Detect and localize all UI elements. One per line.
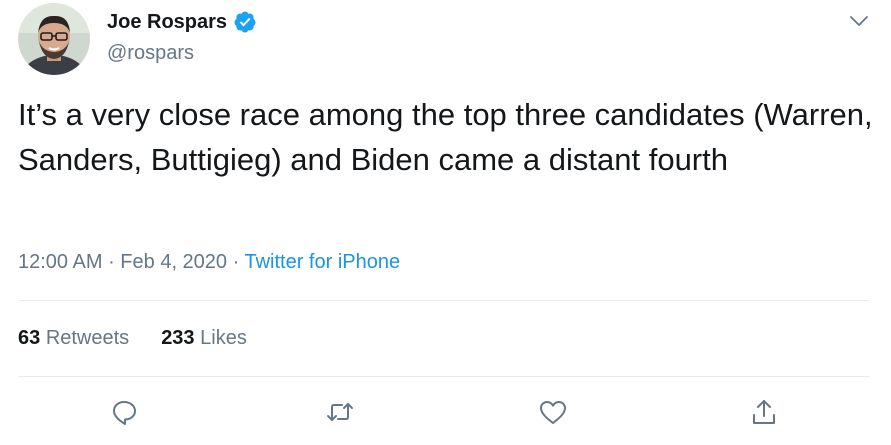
tweet-date[interactable]: Feb 4, 2020 [120,251,227,273]
avatar[interactable] [18,3,90,75]
tweet-stats: 63 Retweets 233 Likes [18,327,247,350]
likes-label: Likes [200,327,247,349]
user-handle[interactable]: @rospars [107,42,194,65]
retweets-count: 63 [18,327,41,349]
verified-badge-icon [233,10,257,34]
tweet-meta: 12:00 AM · Feb 4, 2020 · Twitter for iPh… [18,251,400,274]
tweet-text: It’s a very close race among the top thr… [18,97,873,177]
like-icon[interactable] [538,397,568,427]
retweets-stat[interactable]: 63 Retweets [18,327,129,350]
tweet-source-link[interactable]: Twitter for iPhone [244,251,400,273]
likes-count: 233 [161,327,195,349]
divider [18,300,870,301]
retweets-label: Retweets [45,327,130,349]
divider [18,376,870,377]
meta-separator: · [227,251,245,273]
user-name-row[interactable]: Joe Rospars [107,10,257,34]
display-name[interactable]: Joe Rospars [107,11,227,34]
retweet-icon[interactable] [325,397,355,427]
tweet-time[interactable]: 12:00 AM [18,251,103,273]
share-icon[interactable] [749,397,779,427]
chevron-down-icon[interactable] [848,10,870,32]
likes-stat[interactable]: 233 Likes [161,327,247,350]
meta-separator: · [102,251,121,273]
reply-icon[interactable] [109,397,139,427]
